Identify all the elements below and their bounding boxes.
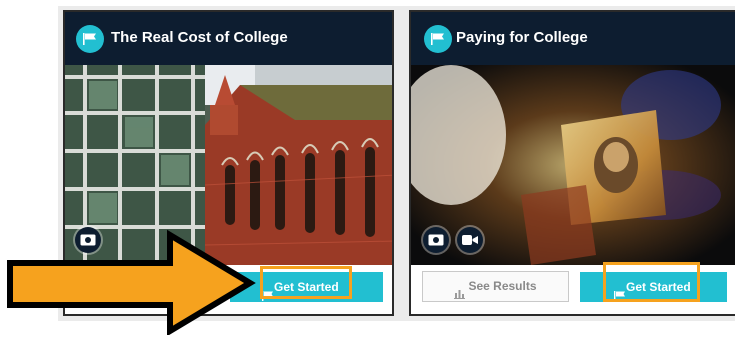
- card-title: Paying for College: [456, 29, 588, 46]
- card-title: The Real Cost of College: [111, 29, 288, 46]
- money-icon: [423, 227, 449, 253]
- see-results-button[interactable]: See Results: [422, 271, 569, 302]
- flag-icon: [424, 25, 452, 53]
- highlight-box: [260, 266, 352, 299]
- flag-icon: [76, 25, 104, 53]
- bar-chart-icon: [454, 281, 466, 299]
- video-camera-icon: [457, 227, 483, 253]
- pointer-arrow: [7, 229, 256, 335]
- highlight-box: [603, 262, 700, 302]
- see-results-label: See Results: [468, 279, 537, 293]
- card-header: The Real Cost of College: [65, 12, 392, 65]
- card-header: Paying for College: [411, 12, 735, 65]
- money-bill-image: [411, 65, 735, 265]
